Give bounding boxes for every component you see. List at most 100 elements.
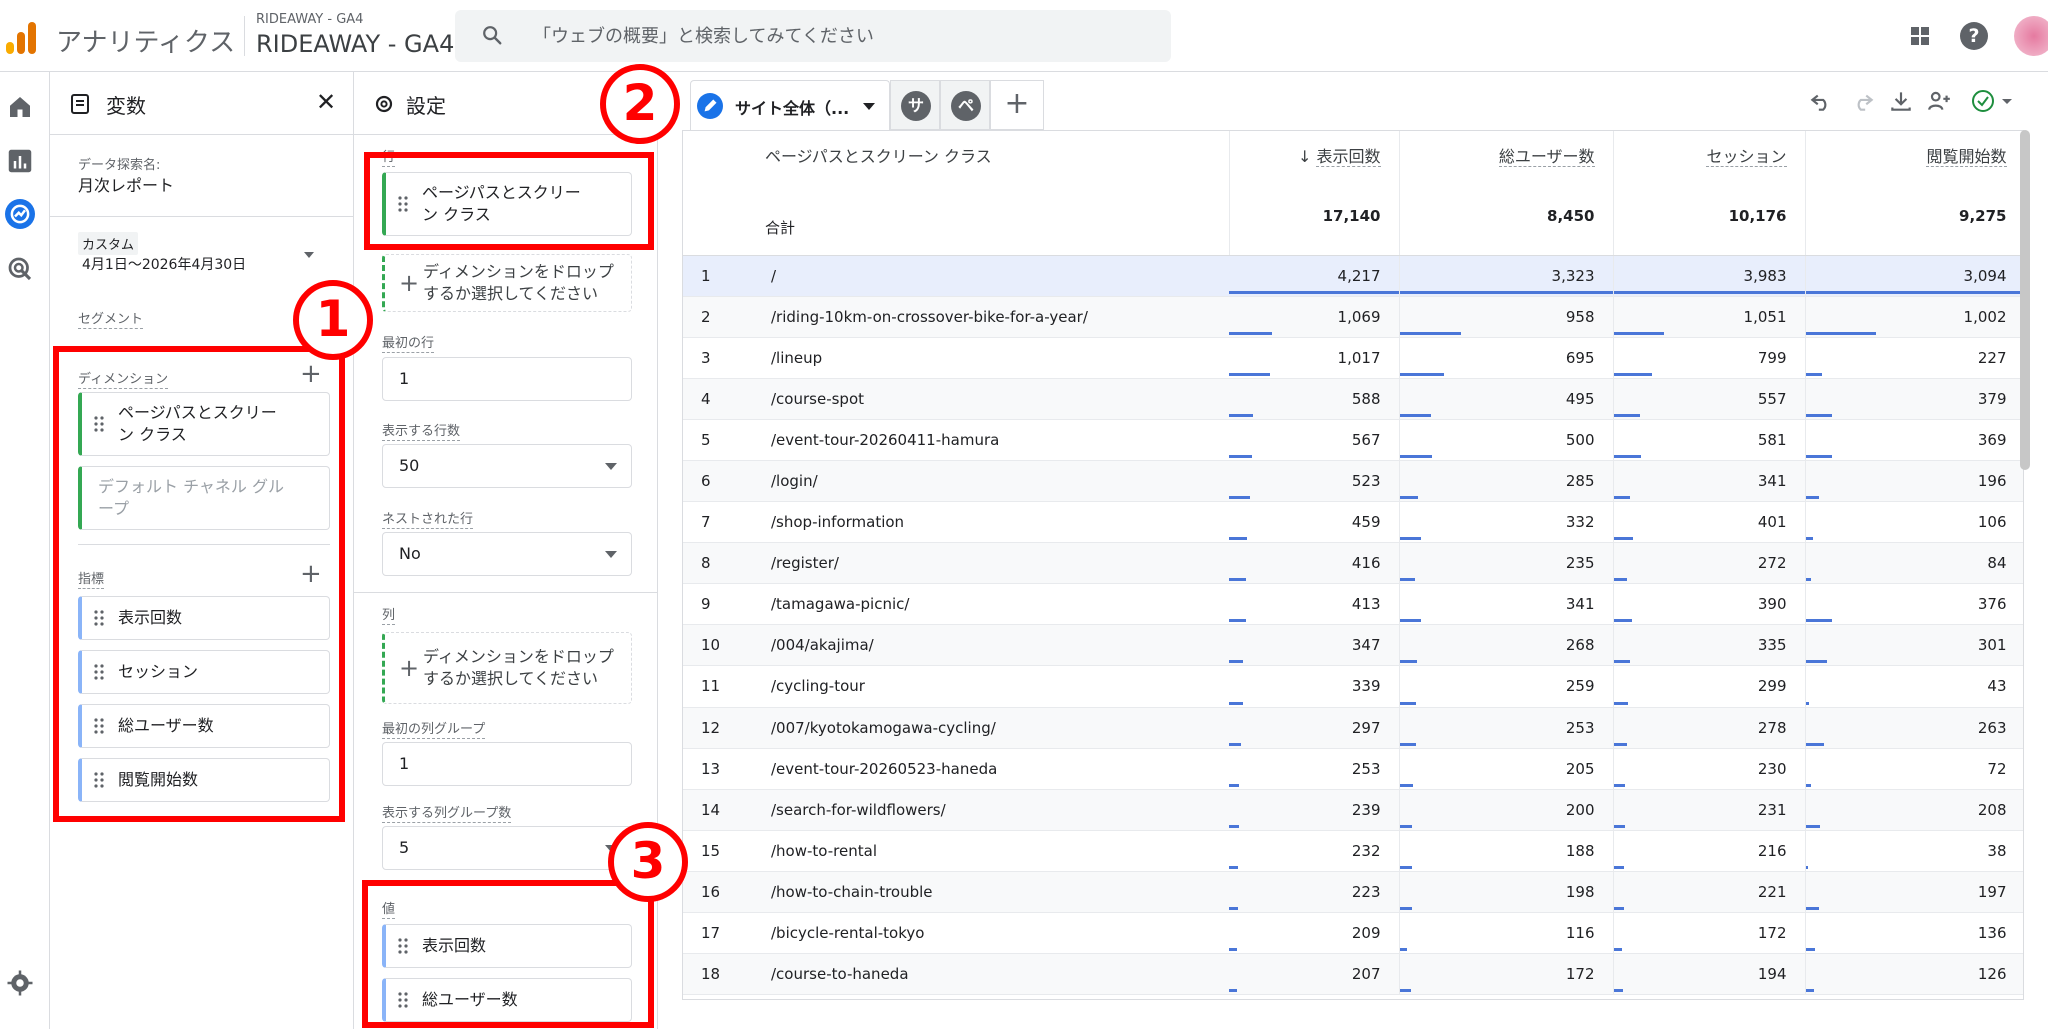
- row-page-path[interactable]: /register/: [765, 542, 1229, 585]
- table-row[interactable]: 2/riding-10km-on-crossover-bike-for-a-ye…: [683, 296, 2023, 338]
- cell-value: 581: [1757, 430, 1787, 449]
- table-row[interactable]: 10/004/akajima/347 268 335 301: [683, 624, 2023, 667]
- table-row[interactable]: 14/search-for-wildflowers/239 200 231 208: [683, 789, 2023, 831]
- status-check-icon[interactable]: [1970, 88, 2020, 114]
- tab-label: サイト全体（...: [735, 99, 850, 118]
- row-page-path[interactable]: /cycling-tour: [765, 665, 1229, 708]
- table-row[interactable]: 13/event-tour-20260523-haneda 253 205 230 72: [683, 748, 2023, 790]
- row-page-path[interactable]: /004/akajima/: [765, 624, 1229, 667]
- share-user-icon[interactable]: [1926, 88, 1952, 114]
- cell-value: 285: [1565, 472, 1595, 491]
- redo-icon[interactable]: [1850, 88, 1876, 114]
- first-row-label: 最初の行: [382, 332, 435, 353]
- reports-icon[interactable]: [5, 146, 35, 176]
- show-col-groups-label: 表示する列グループ数: [382, 802, 512, 823]
- column-header-sessions[interactable]: セッション: [1613, 131, 1806, 203]
- settings-gear-icon[interactable]: [5, 968, 35, 998]
- table-row[interactable]: 11/cycling-tour 339 259 299 43: [683, 665, 2023, 708]
- advertising-icon[interactable]: [5, 254, 35, 284]
- table-row[interactable]: 1/ 4,217 3,323 3,983 3,094: [683, 255, 2023, 297]
- row-page-path[interactable]: /bicycle-rental-tokyo: [765, 912, 1229, 955]
- dimension-column-header[interactable]: ページパスとスクリーン クラス: [683, 131, 1230, 203]
- first-row-input[interactable]: 1: [382, 357, 632, 401]
- table-row[interactable]: 3/lineup 1,017 695 799 227: [683, 337, 2023, 379]
- cell-views: 232: [1229, 830, 1400, 872]
- search-input[interactable]: [531, 22, 1131, 50]
- column-header-total-users[interactable]: 総ユーザー数: [1399, 131, 1614, 203]
- nested-rows-select[interactable]: No: [382, 532, 632, 576]
- table-row[interactable]: 5/event-tour-20260411-hamura 567 500 581 369: [683, 419, 2023, 461]
- table-row[interactable]: 12/007/kyotokamogawa-cycling/297 253 278 26…: [683, 707, 2023, 749]
- row-page-path[interactable]: /course-to-haneda: [765, 953, 1229, 996]
- search-bar[interactable]: [455, 10, 1171, 62]
- help-icon[interactable]: ?: [1960, 22, 1988, 50]
- cell-views: 1,017: [1229, 337, 1400, 379]
- columns-drop-zone[interactable]: + ディメンションをドロップ するか選択してください: [382, 632, 632, 704]
- download-icon[interactable]: [1888, 88, 1914, 114]
- cell-bar: [1229, 742, 1241, 746]
- row-page-path[interactable]: /: [765, 255, 1229, 297]
- cell-bar: [1805, 454, 1832, 458]
- cell-bar: [1229, 907, 1238, 910]
- row-page-path[interactable]: /lineup: [765, 337, 1229, 379]
- segment-label-text: セグメント: [78, 312, 144, 329]
- table-row[interactable]: 15/how-to-rental 232 188 216 38: [683, 830, 2023, 872]
- row-page-path[interactable]: /event-tour-20260523-haneda: [765, 748, 1229, 790]
- property-selector[interactable]: RIDEAWAY - GA4: [256, 30, 454, 58]
- add-tab-button[interactable]: +: [990, 80, 1044, 130]
- apps-grid-icon[interactable]: [1908, 24, 1932, 48]
- chevron-down-icon: [605, 463, 617, 470]
- show-rows-select[interactable]: 50: [382, 444, 632, 488]
- table-row[interactable]: 18/course-to-haneda 207 172 194 126: [683, 953, 2023, 996]
- explore-icon[interactable]: [5, 199, 35, 229]
- cell-bar: [1805, 948, 1816, 952]
- rows-drop-zone[interactable]: + ディメンションをドロップ するか選択してください: [382, 254, 632, 312]
- row-page-path[interactable]: /how-to-rental: [765, 830, 1229, 872]
- row-page-path[interactable]: /shop-information: [765, 501, 1229, 544]
- close-icon[interactable]: ✕: [316, 88, 336, 116]
- column-header-entrances[interactable]: 閲覧開始数: [1805, 131, 2023, 203]
- tab-second[interactable]: サ: [890, 80, 940, 130]
- table-row[interactable]: 8/register/416 235 272 84: [683, 542, 2023, 585]
- row-page-path[interactable]: /tamagawa-picnic/: [765, 583, 1229, 626]
- total-value: 17,140: [1229, 203, 1400, 256]
- avatar[interactable]: [2014, 16, 2048, 56]
- table-row[interactable]: 6/login/523 285 341 196: [683, 460, 2023, 503]
- table-row[interactable]: 9/tamagawa-picnic/413 341 390 376: [683, 583, 2023, 626]
- table-row[interactable]: 16/how-to-chain-trouble 223 198 221 197: [683, 871, 2023, 914]
- date-range-selector[interactable]: カスタム 4月1日〜2026年4月30日: [78, 232, 334, 288]
- nested-rows-label-text: ネストされた行: [382, 512, 474, 529]
- table-row[interactable]: 17/bicycle-rental-tokyo 209 116 172 136: [683, 912, 2023, 955]
- cell-value: 341: [1757, 472, 1787, 491]
- product-name[interactable]: アナリティクス: [56, 22, 235, 59]
- cell-entrances: 136: [1805, 912, 2023, 955]
- chevron-down-icon[interactable]: [863, 103, 875, 110]
- tab-third[interactable]: ペ: [940, 80, 990, 130]
- table-scrollbar[interactable]: [2020, 130, 2030, 470]
- row-page-path[interactable]: /search-for-wildflowers/: [765, 789, 1229, 831]
- tab-site-overall[interactable]: サイト全体（...: [690, 80, 890, 130]
- column-header-views[interactable]: ↓ 表示回数: [1229, 131, 1400, 203]
- row-page-path[interactable]: /how-to-chain-trouble: [765, 871, 1229, 914]
- show-col-groups-select[interactable]: 5: [382, 826, 632, 870]
- table-row[interactable]: 7/shop-information 459 332 401 106: [683, 501, 2023, 544]
- row-page-path[interactable]: /007/kyotokamogawa-cycling/: [765, 707, 1229, 749]
- row-page-path[interactable]: /event-tour-20260411-hamura: [765, 419, 1229, 461]
- cell-value: 126: [1977, 965, 2007, 984]
- edit-pencil-icon[interactable]: [697, 93, 723, 119]
- cell-bar: [1229, 701, 1243, 705]
- table-row[interactable]: 4/course-spot 588 495 557 379: [683, 378, 2023, 420]
- cell-value: 299: [1757, 677, 1787, 696]
- cell-bar: [1805, 372, 1822, 376]
- exploration-name-input[interactable]: 月次レポート: [78, 172, 174, 196]
- property-account-label[interactable]: RIDEAWAY - GA4: [256, 12, 363, 27]
- drop-zone-text: ディメンションをドロップ するか選択してください: [423, 647, 614, 688]
- home-icon[interactable]: [5, 92, 35, 122]
- analytics-logo-icon[interactable]: [6, 20, 36, 54]
- first-col-group-input[interactable]: 1: [382, 742, 632, 786]
- row-page-path[interactable]: /course-spot: [765, 378, 1229, 420]
- cell-entrances: 197: [1805, 871, 2023, 914]
- undo-icon[interactable]: [1808, 88, 1834, 114]
- row-page-path[interactable]: /login/: [765, 460, 1229, 503]
- row-page-path[interactable]: /riding-10km-on-crossover-bike-for-a-yea…: [765, 296, 1229, 338]
